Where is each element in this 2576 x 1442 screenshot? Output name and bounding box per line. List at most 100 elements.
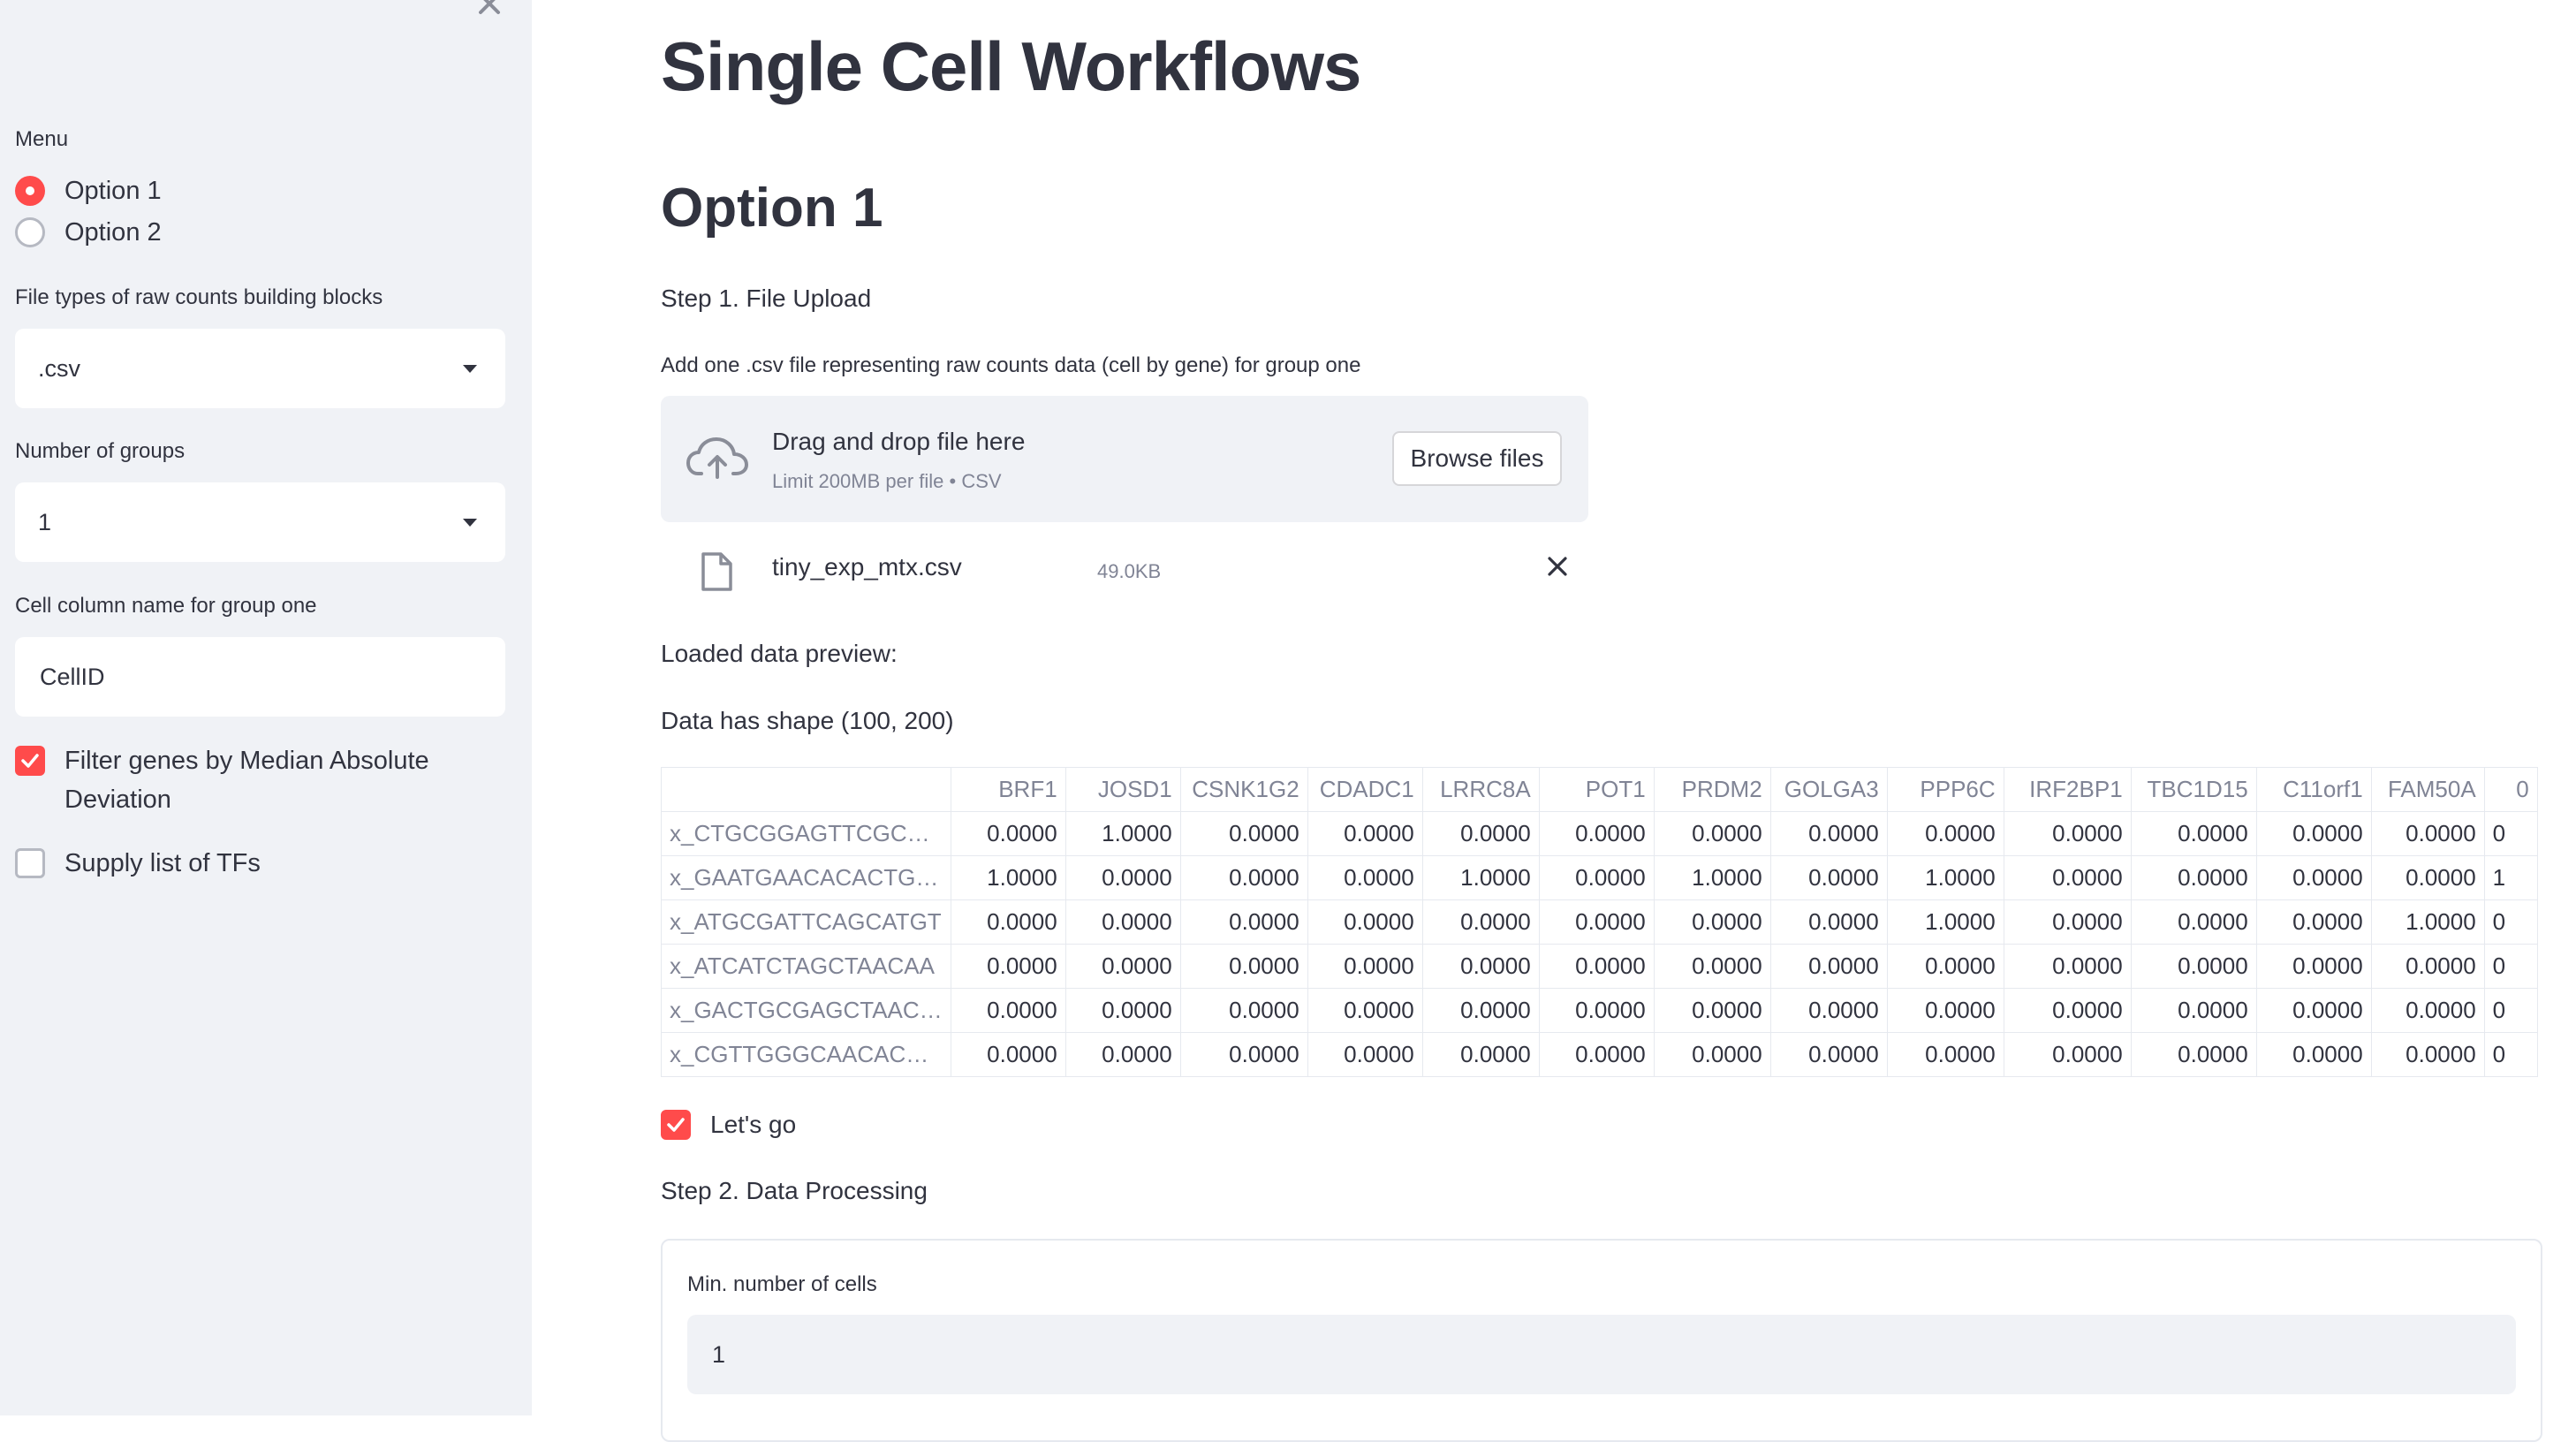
table-cell: 0.0000 — [2255, 944, 2372, 989]
checkbox-checked[interactable] — [661, 1110, 691, 1140]
menu-option-label: Option 1 — [64, 177, 162, 205]
column-header[interactable]: JOSD1 — [1064, 767, 1181, 812]
table-cell: 0.0000 — [1064, 1032, 1181, 1077]
column-header[interactable]: C11orf1 — [2255, 767, 2372, 812]
table-cell: 0.0000 — [1421, 1032, 1540, 1077]
table-cell: 0.0000 — [2130, 855, 2257, 900]
column-header[interactable]: CDADC1 — [1307, 767, 1423, 812]
table-cell: 0.0000 — [2130, 811, 2257, 856]
table-cell: 0.0000 — [1538, 811, 1655, 856]
uploaded-file-size: 49.0KB — [1097, 560, 1162, 582]
processing-form: Min. number of cells 1 — [661, 1239, 2542, 1442]
data-table: BRF1 JOSD1 CSNK1G2 CDADC1 LRRC8A POT1 PRDM2 GOL… — [661, 767, 2538, 1077]
column-header[interactable]: GOLGA3 — [1769, 767, 1888, 812]
radio-selected-icon[interactable] — [15, 176, 45, 206]
table-cell: 0.0000 — [1886, 1032, 2004, 1077]
table-cell: 0.0000 — [1179, 855, 1308, 900]
table-cell: 0.0000 — [1653, 944, 1771, 989]
column-header[interactable]: PPP6C — [1886, 767, 2004, 812]
lets-go-checkbox[interactable]: Let's go — [661, 1110, 796, 1140]
cell-column-input[interactable]: CellID — [15, 637, 505, 717]
column-header[interactable]: LRRC8A — [1421, 767, 1540, 812]
table-cell: 0 — [2483, 899, 2538, 945]
table-cell: 0.0000 — [1653, 1032, 1771, 1077]
table-cell: 0.0000 — [2130, 944, 2257, 989]
column-header[interactable]: CSNK1G2 — [1179, 767, 1308, 812]
file-dropzone[interactable]: Drag and drop file here Limit 200MB per … — [661, 396, 1588, 522]
table-cell: 0.0000 — [1421, 988, 1540, 1033]
table-cell: 0.0000 — [1769, 944, 1888, 989]
table-cell: 0.0000 — [950, 899, 1066, 945]
table-cell: 0.0000 — [2255, 899, 2372, 945]
browse-files-button[interactable]: Browse files — [1392, 431, 1562, 486]
column-header[interactable]: 0 — [2483, 767, 2538, 812]
table-cell: 0.0000 — [1179, 899, 1308, 945]
table-cell: 0.0000 — [1307, 944, 1423, 989]
radio-unselected-icon[interactable] — [15, 217, 45, 247]
table-cell: 0.0000 — [1179, 811, 1308, 856]
table-cell: 0.0000 — [1179, 1032, 1308, 1077]
table-row: x_ATGCGATTCAGCATGT 0.0000 0.0000 0.0000 0.00… — [661, 899, 2538, 945]
close-icon[interactable] — [474, 0, 505, 19]
check-icon — [21, 754, 39, 768]
min-cells-input[interactable]: 1 — [687, 1315, 2516, 1394]
supply-tfs-label: Supply list of TFs — [64, 849, 261, 877]
table-cell: 0.0000 — [2370, 944, 2485, 989]
column-header[interactable]: POT1 — [1538, 767, 1655, 812]
table-cell: 0 — [2483, 944, 2538, 989]
table-cell: 0.0000 — [1064, 944, 1181, 989]
table-cell: 0.0000 — [1421, 811, 1540, 856]
column-header[interactable]: TBC1D15 — [2130, 767, 2257, 812]
table-cell: 0.0000 — [2255, 988, 2372, 1033]
data-shape-text: Data has shape (100, 200) — [661, 707, 954, 734]
menu-option-2[interactable]: Option 2 — [15, 217, 162, 247]
file-icon — [701, 552, 732, 591]
column-header[interactable]: PRDM2 — [1653, 767, 1771, 812]
table-cell: 0.0000 — [950, 944, 1066, 989]
table-cell: 0.0000 — [1307, 899, 1423, 945]
table-cell: 1.0000 — [1653, 855, 1771, 900]
main-content: Single Cell Workflows Option 1 Step 1. F… — [532, 0, 2576, 1442]
table-cell: 1.0000 — [2370, 899, 2485, 945]
row-index-cell: x_CTGCGGAGTTCGC… — [661, 811, 951, 856]
table-cell: 0.0000 — [2255, 855, 2372, 900]
chevron-down-icon[interactable] — [463, 365, 477, 373]
table-cell: 0.0000 — [1886, 988, 2004, 1033]
table-cell: 0.0000 — [2003, 899, 2132, 945]
table-cell: 0.0000 — [1769, 899, 1888, 945]
x-icon[interactable] — [1544, 553, 1571, 580]
menu-option-1[interactable]: Option 1 — [15, 176, 162, 206]
table-cell: 1.0000 — [1064, 811, 1181, 856]
file-types-select[interactable]: .csv — [15, 329, 505, 408]
table-cell: 0.0000 — [2130, 1032, 2257, 1077]
cell-column-value: CellID — [40, 663, 105, 690]
lets-go-label: Let's go — [710, 1111, 797, 1138]
checkbox-checked[interactable] — [15, 746, 45, 776]
column-header[interactable]: FAM50A — [2370, 767, 2485, 812]
table-cell: 0.0000 — [2130, 988, 2257, 1033]
check-icon — [667, 1118, 685, 1132]
table-row: x_ATCATCTAGCTAACAA 0.0000 0.0000 0.0000 0.00… — [661, 944, 2538, 989]
filter-mad-checkbox[interactable]: Filter genes by Median Absolute Deviatio… — [15, 746, 474, 819]
column-header[interactable]: BRF1 — [950, 767, 1066, 812]
table-cell: 0.0000 — [2255, 1032, 2372, 1077]
min-cells-value: 1 — [712, 1340, 726, 1368]
table-cell: 0.0000 — [2003, 811, 2132, 856]
table-cell: 0.0000 — [1421, 944, 1540, 989]
checkbox-unchecked[interactable] — [15, 848, 45, 878]
table-cell: 1.0000 — [1421, 855, 1540, 900]
supply-tfs-checkbox[interactable]: Supply list of TFs — [15, 848, 261, 878]
chevron-down-icon[interactable] — [463, 519, 477, 527]
step2-heading: Step 2. Data Processing — [661, 1177, 928, 1204]
min-cells-label: Min. number of cells — [687, 1272, 877, 1296]
column-header[interactable]: IRF2BP1 — [2003, 767, 2132, 812]
table-row: x_CGTTGGGCAACAC… 0.0000 0.0000 0.0000 0.0000… — [661, 1032, 2538, 1077]
num-groups-select[interactable]: 1 — [15, 482, 505, 562]
num-groups-label: Number of groups — [15, 439, 186, 463]
table-cell: 0 — [2483, 811, 2538, 856]
table-cell: 0.0000 — [1769, 1032, 1888, 1077]
table-cell: 0.0000 — [1538, 899, 1655, 945]
table-cell: 0.0000 — [950, 1032, 1066, 1077]
data-preview-table[interactable]: BRF1 JOSD1 CSNK1G2 CDADC1 LRRC8A POT1 PRDM2 GOL… — [661, 767, 2576, 1085]
dropzone-limit-text: Limit 200MB per file • CSV — [772, 470, 1002, 492]
